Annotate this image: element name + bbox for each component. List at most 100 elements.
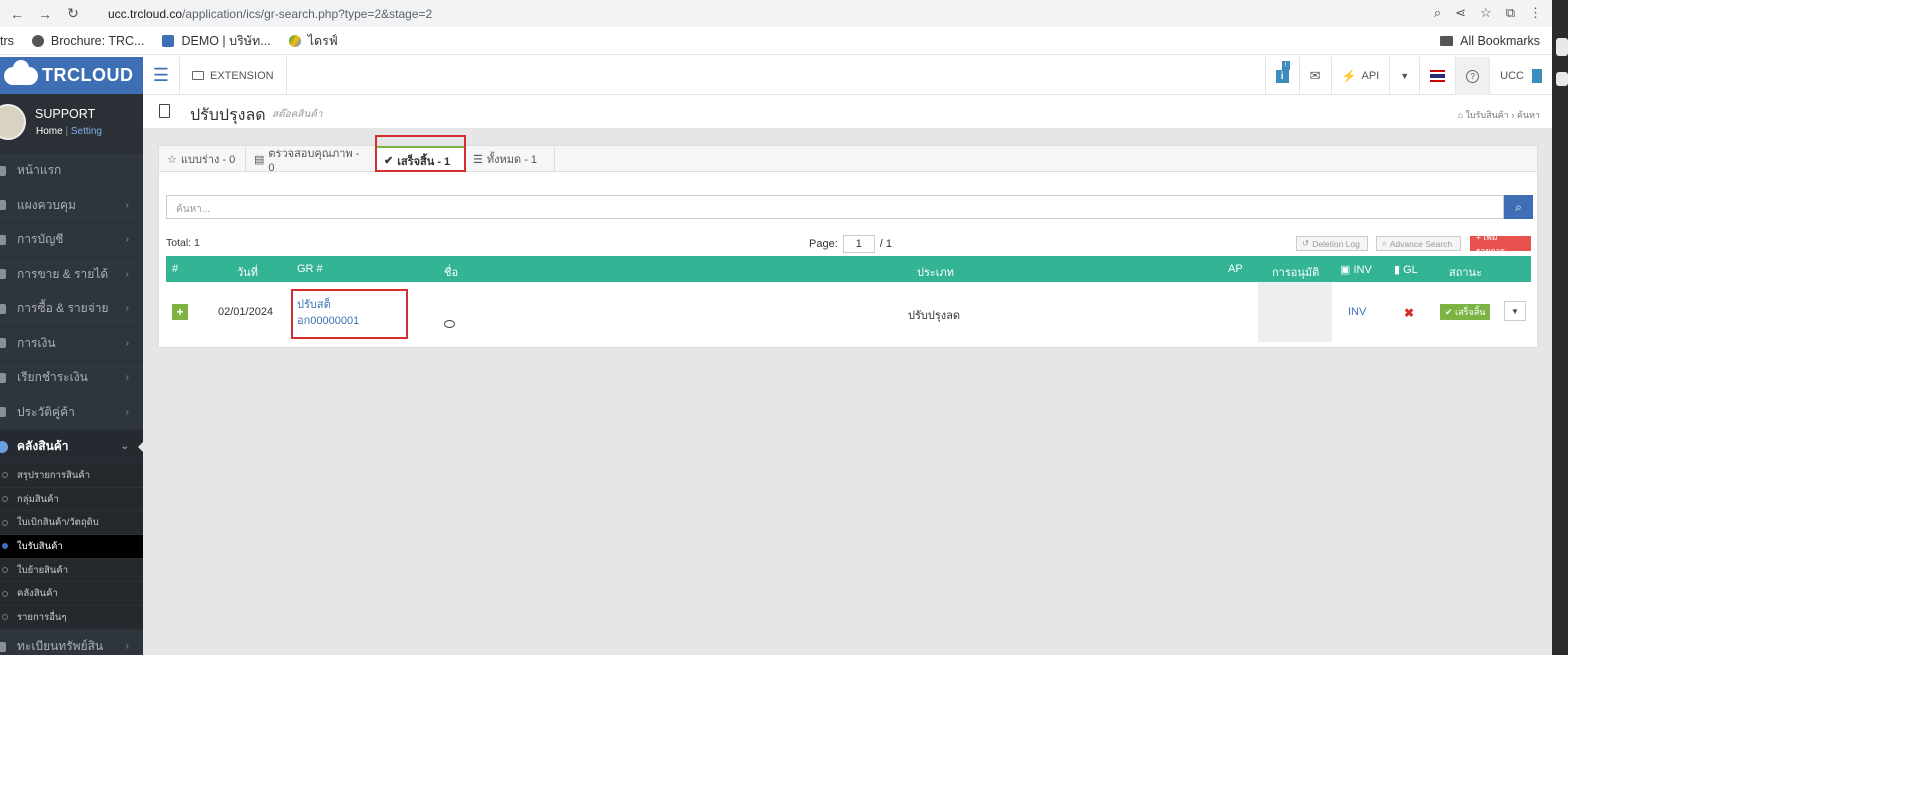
sidebar-item-assets[interactable]: ทะเบียนทรัพย์สิน › bbox=[0, 630, 143, 655]
company-button[interactable]: UCC bbox=[1489, 57, 1552, 95]
hamburger-icon[interactable]: ☰ bbox=[143, 56, 180, 95]
window-fragment bbox=[1556, 38, 1568, 56]
forward-icon[interactable]: → bbox=[34, 6, 56, 22]
thai-flag-icon bbox=[1430, 70, 1446, 82]
submenu-item[interactable]: ใบย้ายสินค้า bbox=[0, 559, 143, 583]
submenu-item[interactable]: รายการอื่นๆ bbox=[0, 606, 143, 630]
extension-button[interactable]: EXTENSION bbox=[180, 56, 287, 95]
address-bar[interactable]: ucc.trcloud.co/application/ics/gr-search… bbox=[108, 7, 432, 21]
submenu-item-label: ใบย้ายสินค้า bbox=[17, 564, 69, 576]
submenu-item[interactable]: กลุ่มสินค้า bbox=[0, 488, 143, 512]
menu-icon[interactable]: ⋮ bbox=[1529, 5, 1542, 21]
extensions-icon[interactable]: ⧉ bbox=[1506, 5, 1515, 21]
page-subtitle: สต๊อคสินค้า bbox=[272, 109, 323, 120]
tab-quality-check[interactable]: ▤ ตรวจสอบคุณภาพ - 0 bbox=[246, 146, 376, 174]
home-icon bbox=[0, 165, 6, 176]
add-item-button[interactable]: + เพิ่มรายการ bbox=[1470, 232, 1531, 256]
total-count: Total: 1 bbox=[166, 237, 200, 249]
tab-draft[interactable]: ☆ แบบร่าง - 0 bbox=[159, 146, 246, 172]
notification-button[interactable]: i! bbox=[1264, 57, 1299, 95]
submenu-item[interactable]: สรุปรายการสินค้า bbox=[0, 464, 143, 488]
inventory-submenu: สรุปรายการสินค้า กลุ่มสินค้า ใบเบิกสินค้… bbox=[0, 464, 143, 630]
search-input[interactable]: ค้นหา... bbox=[166, 195, 1504, 219]
zoom-icon[interactable]: ⌕ bbox=[1434, 5, 1441, 21]
sidebar-item-dashboard[interactable]: แผงควบคุม › bbox=[0, 189, 143, 223]
all-bookmarks[interactable]: All Bookmarks bbox=[1440, 34, 1540, 48]
sidebar-item-billing[interactable]: เรียกชำระเงิน › bbox=[0, 361, 143, 396]
sidebar-item-finance[interactable]: การเงิน › bbox=[0, 327, 143, 361]
help-icon: ? bbox=[1466, 69, 1480, 83]
breadcrumb-item[interactable]: ใบรับสินค้า bbox=[1465, 110, 1508, 120]
language-button[interactable] bbox=[1419, 57, 1455, 95]
bullet-icon bbox=[2, 472, 8, 479]
submenu-item[interactable]: ใบเบิกสินค้า/วัตถุดิบ bbox=[0, 511, 143, 536]
extension-label: EXTENSION bbox=[210, 69, 274, 82]
inv-link[interactable]: INV bbox=[1348, 306, 1366, 318]
setting-link[interactable]: Setting bbox=[71, 126, 102, 137]
star-icon[interactable]: ☆ bbox=[1480, 5, 1492, 21]
mail-button[interactable]: ✉ bbox=[1298, 57, 1331, 95]
sidebar-item-home[interactable]: หน้าแรก bbox=[0, 154, 143, 189]
bookmark-item[interactable]: Brochure: TRC... bbox=[31, 33, 145, 48]
reload-icon[interactable]: ↻ bbox=[62, 5, 84, 22]
advance-search-button[interactable]: ⌕ Advance Search bbox=[1376, 236, 1461, 251]
bookmark-item[interactable]: DEMO | บริษัท... bbox=[162, 31, 271, 51]
help-button[interactable]: ? bbox=[1455, 57, 1490, 95]
sidebar-item-sales[interactable]: การขาย & รายได้ › bbox=[0, 258, 143, 292]
home-link[interactable]: Home bbox=[36, 126, 63, 137]
sidebar-item-inventory[interactable]: คลังสินค้า ⌄ bbox=[0, 430, 143, 464]
share-icon[interactable]: ⋖ bbox=[1455, 5, 1466, 21]
sidebar-item-label: แผงควบคุม bbox=[17, 197, 76, 212]
bookmark-item[interactable]: ไดรฟ์ bbox=[288, 31, 338, 51]
folder-icon bbox=[1440, 36, 1454, 46]
page-input[interactable]: 1 bbox=[842, 235, 875, 253]
submenu-item[interactable]: คลังสินค้า bbox=[0, 582, 143, 607]
gl-status-icon: ✖ bbox=[1404, 306, 1415, 320]
api-button[interactable]: ⚡ API bbox=[1330, 57, 1390, 95]
search-icon: ⌕ bbox=[1515, 199, 1522, 214]
bookmark-label: Brochure: TRC... bbox=[50, 33, 145, 48]
bullet-icon bbox=[2, 614, 8, 621]
drive-icon bbox=[288, 34, 301, 47]
column-header-label: INV bbox=[1353, 264, 1372, 276]
bullet-icon bbox=[2, 590, 8, 597]
app-topbar: ☰ EXTENSION i! ✉ ⚡ API ▼ ? UCC bbox=[143, 56, 1552, 95]
history-icon: ↺ bbox=[1302, 238, 1310, 248]
search-button[interactable]: ⌕ bbox=[1504, 195, 1533, 219]
bookmark-label: DEMO | บริษัท... bbox=[181, 33, 271, 48]
back-icon[interactable]: ← bbox=[6, 6, 28, 22]
accounting-icon bbox=[0, 234, 6, 245]
search-icon: ⌕ bbox=[1382, 238, 1387, 248]
bookmark-label: trs bbox=[0, 33, 14, 48]
expand-row-button[interactable]: + bbox=[172, 304, 188, 320]
sidebar-item-label: การซื้อ & รายจ่าย bbox=[17, 301, 109, 316]
deletion-log-button[interactable]: ↺ Deletion Log bbox=[1296, 236, 1368, 251]
page-header: ปรับปรุงลด สต๊อคสินค้า ⌂ ใบรับสินค้า › ค… bbox=[143, 95, 1552, 129]
sidebar-item-purchase[interactable]: การซื้อ & รายจ่าย › bbox=[0, 292, 143, 327]
row-actions-dropdown[interactable]: ▼ bbox=[1504, 301, 1526, 321]
tab-label: ตรวจสอบคุณภาพ - 0 bbox=[268, 148, 360, 174]
star-icon: ☆ bbox=[167, 153, 177, 166]
comment-icon[interactable] bbox=[444, 320, 455, 328]
chevron-right-icon: › bbox=[125, 303, 129, 315]
contacts-icon bbox=[0, 407, 6, 418]
home-icon[interactable]: ⌂ bbox=[1458, 110, 1463, 120]
bank-icon bbox=[0, 338, 6, 349]
window-fragment bbox=[1556, 72, 1568, 86]
column-header: GR # bbox=[297, 263, 323, 275]
bookmark-item[interactable]: trs bbox=[0, 34, 14, 48]
submenu-item-label: ใบรับสินค้า bbox=[17, 540, 63, 552]
tab-all[interactable]: ☰ ทั้งหมด - 1 bbox=[465, 146, 555, 172]
sidebar-item-accounting[interactable]: การบัญชี › bbox=[0, 223, 143, 258]
cart-icon bbox=[0, 303, 6, 314]
status-tabs: ☆ แบบร่าง - 0 ▤ ตรวจสอบคุณภาพ - 0 ✔ เสร็จสิ… bbox=[159, 146, 1537, 174]
sidebar-item-contacts[interactable]: ประวัติคู่ค้า › bbox=[0, 396, 143, 430]
link-separator: | bbox=[65, 126, 69, 137]
logo[interactable]: TRCLOUD bbox=[0, 57, 143, 94]
bullet-icon bbox=[2, 543, 8, 550]
billing-icon bbox=[0, 372, 6, 383]
profile-name: SUPPORT bbox=[35, 107, 96, 121]
submenu-item-goods-receipt[interactable]: ใบรับสินค้า bbox=[0, 535, 143, 559]
site-icon bbox=[162, 34, 175, 47]
dropdown-button[interactable]: ▼ bbox=[1389, 57, 1419, 95]
